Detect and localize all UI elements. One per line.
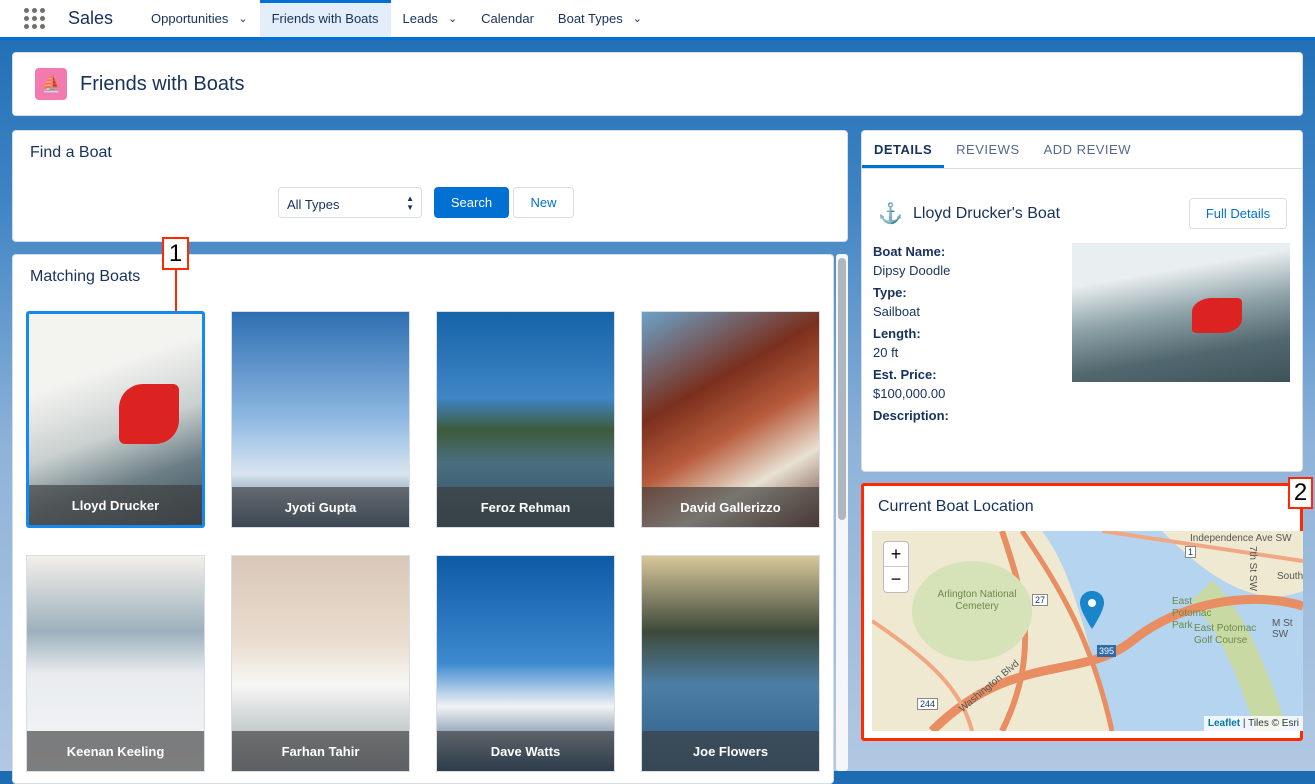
map[interactable]: Arlington National Cemetery East Potomac… <box>872 531 1303 731</box>
card-title: Matching Boats <box>30 268 141 285</box>
route-shield: 1 <box>1185 546 1197 558</box>
boat-tile[interactable]: Keenan Keeling <box>26 555 205 772</box>
page-header: ⛵ Friends with Boats <box>12 52 1303 116</box>
map-label: Independence Ave SW <box>1190 533 1292 544</box>
field-label: Type: <box>873 285 907 300</box>
boat-owner: Dave Watts <box>437 731 614 771</box>
boat-tile[interactable]: Farhan Tahir <box>231 555 410 772</box>
nav-label: Calendar <box>481 11 534 26</box>
boat-photo <box>1072 243 1290 382</box>
nav-label: Friends with Boats <box>271 11 379 26</box>
field-value: Sailboat <box>873 304 920 319</box>
boat-image <box>119 384 179 444</box>
app-name: Sales <box>68 8 114 28</box>
tab-details[interactable]: DETAILS <box>862 131 945 168</box>
chevron-down-icon[interactable]: ⌄ <box>448 12 457 25</box>
nav-friends-with-boats[interactable]: Friends with Boats <box>259 0 391 37</box>
boat-icon: ⛵ <box>35 68 67 100</box>
field-label: Description: <box>873 408 949 423</box>
leaflet-link[interactable]: Leaflet <box>1208 718 1240 729</box>
annotation-marker-2: 2 <box>1288 477 1313 509</box>
zoom-in-button[interactable]: + <box>884 542 908 567</box>
tab-add-review[interactable]: ADD REVIEW <box>1032 131 1143 168</box>
route-shield: 244 <box>917 698 939 710</box>
nav-label: Opportunities <box>151 11 229 26</box>
full-details-button[interactable]: Full Details <box>1189 198 1287 229</box>
boat-tile[interactable]: Feroz Rehman <box>436 311 615 528</box>
field-value: $100,000.00 <box>873 386 946 401</box>
boat-tile[interactable]: Jyoti Gupta <box>231 311 410 528</box>
new-button[interactable]: New <box>513 187 574 218</box>
find-boat-card: Find a Boat All Types ▲ ▼ Search New <box>12 130 848 242</box>
page-title: Friends with Boats <box>80 72 245 95</box>
map-label: M St SW <box>1272 618 1293 640</box>
scrollbar[interactable] <box>836 254 848 771</box>
boat-tile[interactable]: Joe Flowers <box>641 555 820 772</box>
anchor-icon: ⚓ <box>878 203 903 225</box>
annotation-line <box>175 268 177 311</box>
boat-owner: Keenan Keeling <box>27 731 204 771</box>
map-marker-icon[interactable] <box>1080 591 1104 629</box>
map-label: South <box>1277 571 1303 582</box>
nav-opportunities[interactable]: Opportunities ⌄ <box>139 0 260 37</box>
top-nav: Sales Opportunities ⌄ Friends with Boats … <box>0 0 1315 40</box>
card-title: Current Boat Location <box>878 498 1034 515</box>
interstate-shield: 395 <box>1097 645 1117 657</box>
nav-boat-types[interactable]: Boat Types ⌄ <box>546 0 654 37</box>
map-label: Arlington National Cemetery <box>937 589 1017 612</box>
tab-reviews[interactable]: REVIEWS <box>944 131 1031 168</box>
nav-label: Leads <box>402 11 438 26</box>
field-value: Dipsy Doodle <box>873 263 951 278</box>
boat-owner: Feroz Rehman <box>437 487 614 527</box>
chevron-down-icon[interactable]: ⌄ <box>238 12 247 25</box>
boat-owner: David Gallerizzo <box>642 487 819 527</box>
select-value: All Types <box>287 197 340 212</box>
nav-leads[interactable]: Leads ⌄ <box>391 0 470 37</box>
nav-calendar[interactable]: Calendar <box>469 0 546 37</box>
boat-title: Lloyd Drucker's Boat <box>913 205 1061 222</box>
boat-tile[interactable]: Lloyd Drucker <box>26 311 205 528</box>
boat-owner: Lloyd Drucker <box>29 485 202 525</box>
search-button[interactable]: Search <box>434 187 509 218</box>
boat-owner: Jyoti Gupta <box>232 487 409 527</box>
select-arrows-icon: ▲ ▼ <box>406 194 414 212</box>
boat-location-card: Current Boat Location Arlington National… <box>861 483 1303 741</box>
annotation-marker-1: 1 <box>162 237 189 270</box>
field-label: Length: <box>873 326 921 341</box>
field-value: 20 ft <box>873 345 899 360</box>
zoom-control: + − <box>883 541 909 593</box>
map-attribution: Leaflet | Tiles © Esri <box>1203 716 1303 731</box>
nav-label: Boat Types <box>557 11 623 26</box>
boat-tile[interactable]: Dave Watts <box>436 555 615 772</box>
boat-owner: Farhan Tahir <box>232 731 409 771</box>
detail-tabs: DETAILS REVIEWS ADD REVIEW <box>862 131 1302 169</box>
field-label: Est. Price: <box>873 367 937 382</box>
boat-tile[interactable]: David Gallerizzo <box>641 311 820 528</box>
boat-type-select[interactable]: All Types ▲ ▼ <box>278 187 422 218</box>
app-launcher-icon[interactable] <box>24 7 46 30</box>
tiles-credit: | Tiles © Esri <box>1242 718 1299 729</box>
map-label: East Potomac Golf Course <box>1194 623 1257 646</box>
route-shield: 27 <box>1032 594 1049 606</box>
scroll-thumb[interactable] <box>838 258 846 520</box>
card-title: Find a Boat <box>30 144 112 161</box>
chevron-down-icon[interactable]: ⌄ <box>633 12 642 25</box>
matching-boats-card: Matching Boats Lloyd Drucker Jyoti Gupta… <box>12 254 834 784</box>
sailor-jacket <box>1192 298 1242 333</box>
boat-owner: Joe Flowers <box>642 731 819 771</box>
field-label: Boat Name: <box>873 244 946 259</box>
zoom-out-button[interactable]: − <box>884 567 908 592</box>
map-label: 7th St SW <box>1247 545 1259 592</box>
boat-details-card: DETAILS REVIEWS ADD REVIEW ⚓ Lloyd Druck… <box>861 130 1303 472</box>
